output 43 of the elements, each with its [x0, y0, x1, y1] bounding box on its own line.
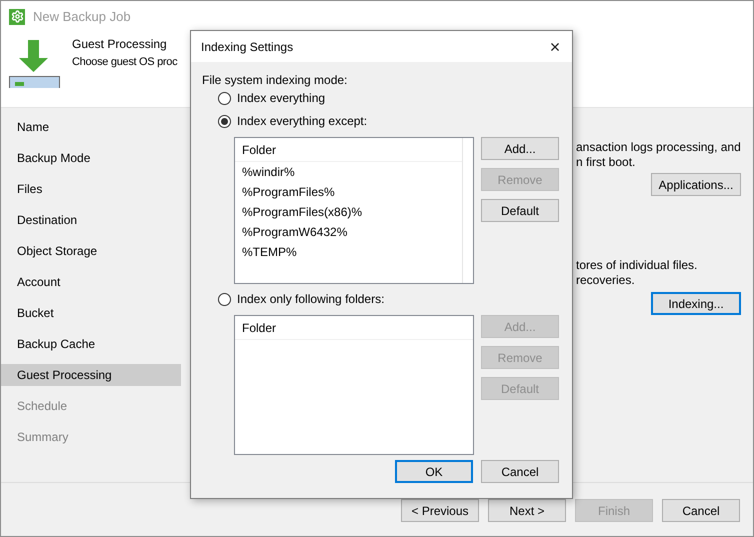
sidebar-item[interactable]: Object Storage — [1, 240, 181, 262]
description-text: n first boot. — [576, 154, 636, 168]
ok-button[interactable]: OK — [395, 460, 473, 483]
download-drawing — [9, 38, 60, 88]
cancel-button[interactable]: Cancel — [662, 499, 740, 522]
description-text: tores of individual files. — [576, 257, 698, 271]
description-text: ansaction logs processing, and — [576, 139, 741, 153]
sidebar-item[interactable]: Backup Mode — [1, 147, 181, 169]
radio-button[interactable] — [218, 92, 231, 104]
folder-row[interactable]: %ProgramW6432% — [235, 222, 462, 242]
column-header: Folder — [242, 142, 276, 158]
dialog-title: Indexing Settings — [201, 38, 294, 56]
radio-button[interactable] — [218, 292, 231, 306]
sidebar-item[interactable]: Files — [1, 178, 181, 200]
cancel-button[interactable]: Cancel — [481, 460, 559, 483]
radio-label: Index only following folders: — [237, 291, 384, 308]
folder-row[interactable]: %TEMP% — [235, 242, 462, 262]
sidebar-item[interactable]: Account — [1, 271, 181, 293]
add-button[interactable]: Add... — [481, 137, 559, 160]
radio-label: Index everything except: — [237, 113, 368, 130]
close-button[interactable]: × — [546, 38, 564, 56]
column-header: Folder — [242, 320, 276, 336]
applications-button[interactable]: Applications... — [651, 173, 741, 196]
sidebar-item[interactable]: Backup Cache — [1, 333, 181, 355]
sidebar-item[interactable]: Guest Processing — [1, 364, 181, 386]
radio-label: Index everything — [237, 90, 326, 107]
mode-label: File system indexing mode: — [202, 72, 348, 87]
sidebar-item[interactable]: Destination — [1, 209, 181, 231]
previous-button[interactable]: < Previous — [401, 499, 479, 522]
window-title: New Backup Job — [33, 8, 131, 26]
gear-icon — [9, 8, 25, 24]
description-text: recoveries. — [576, 272, 636, 286]
step-title: Guest Processing — [72, 36, 168, 51]
default-button[interactable]: Default — [481, 199, 559, 222]
next-button[interactable]: Next > — [488, 499, 566, 522]
radio-button[interactable] — [218, 114, 231, 128]
folder-row[interactable]: %windir% — [235, 162, 462, 182]
sidebar-item[interactable]: Name — [1, 116, 181, 138]
folder-row[interactable]: %ProgramFiles(x86)% — [235, 202, 462, 222]
sidebar-item[interactable]: Bucket — [1, 302, 181, 324]
step-description: Choose guest OS proc — [72, 55, 178, 70]
indexing-button[interactable]: Indexing... — [651, 292, 741, 315]
folder-row[interactable]: %ProgramFiles% — [235, 182, 462, 202]
